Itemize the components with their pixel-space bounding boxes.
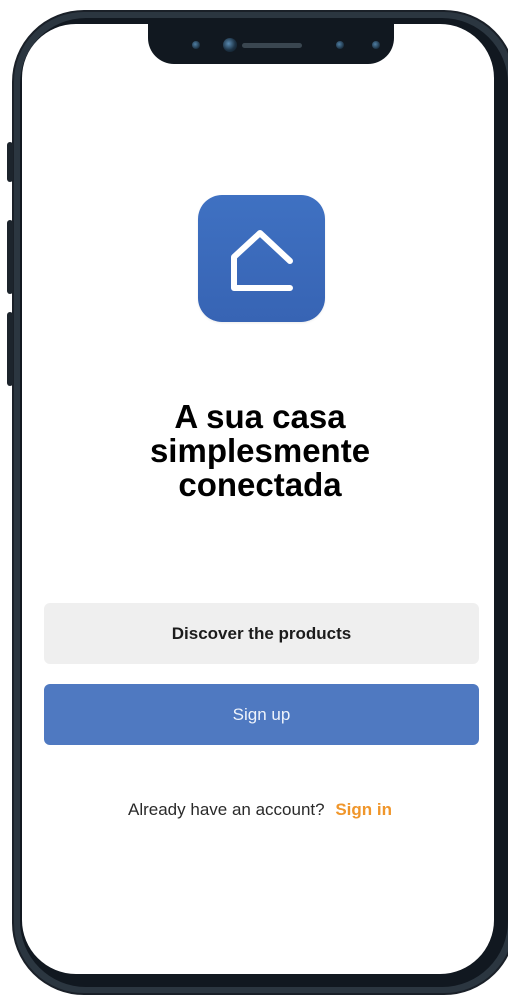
app-logo [198,195,325,322]
discover-products-button[interactable]: Discover the products [44,603,479,664]
sensor-dot [192,41,200,49]
volume-up-button [7,220,13,294]
headline-line-1: A sua casa [174,398,346,435]
mute-switch [7,142,13,182]
sign-up-button[interactable]: Sign up [44,684,479,745]
sensor-dot [336,41,344,49]
headline: A sua casa simplesmente conectada [60,400,460,502]
sign-in-prompt: Already have an account? [128,800,325,819]
sensor-dot [372,41,380,49]
volume-down-button [7,312,13,386]
sign-in-row: Already have an account? Sign in [0,800,508,820]
sign-in-link[interactable]: Sign in [335,800,392,819]
home-outline-icon [231,230,293,291]
notch [148,24,394,64]
earpiece-speaker [242,43,302,48]
headline-line-2: simplesmente [149,432,371,469]
headline-line-3: conectada [178,466,342,503]
front-camera-icon [223,38,237,52]
